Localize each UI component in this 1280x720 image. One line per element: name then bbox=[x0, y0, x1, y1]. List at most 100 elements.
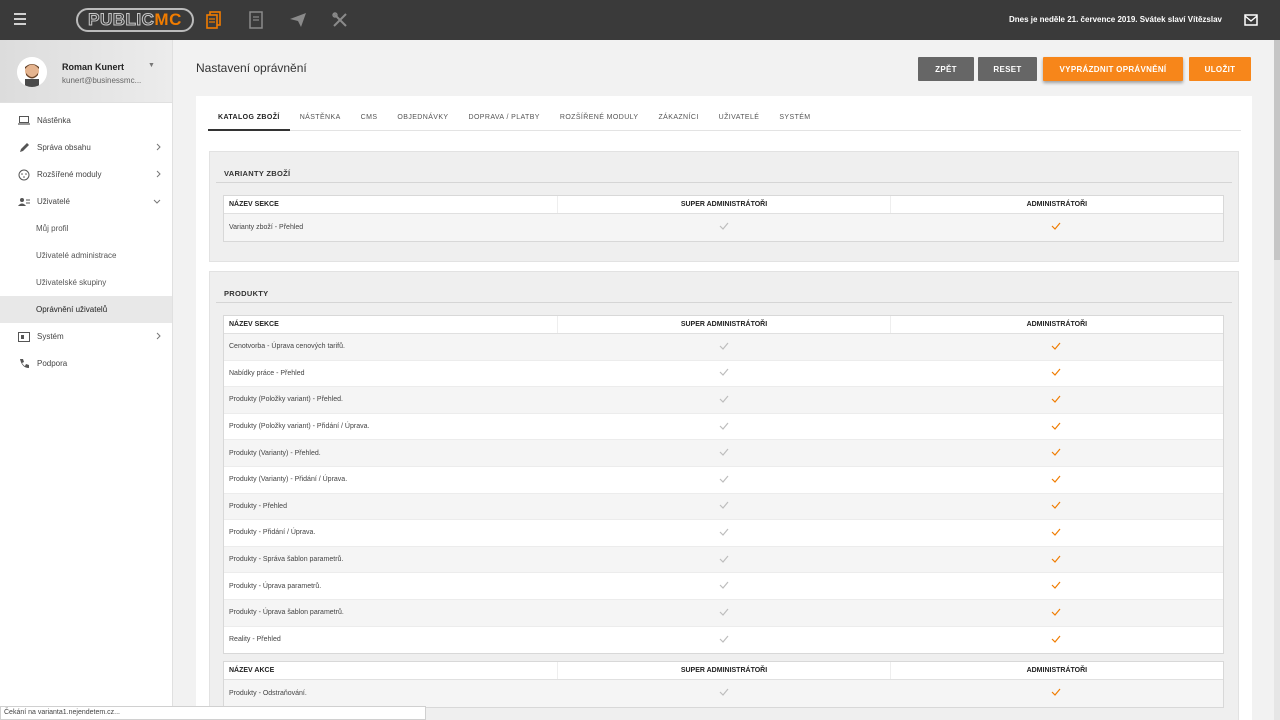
check-icon bbox=[719, 448, 728, 457]
avatar bbox=[17, 57, 47, 87]
page-icon[interactable] bbox=[242, 6, 270, 34]
section-name: Nabídky práce - Přehled bbox=[229, 369, 305, 377]
tab-orders[interactable]: OBJEDNÁVKY bbox=[387, 110, 458, 131]
admin-checkbox[interactable] bbox=[890, 608, 1223, 618]
check-icon bbox=[1051, 475, 1061, 483]
clear-permissions-button[interactable]: VYPRÁZDNIT OPRÁVNĚNÍ bbox=[1043, 57, 1183, 81]
chevron-right-icon bbox=[156, 332, 161, 342]
sidebar-subitem-permissions[interactable]: Oprávnění uživatelů bbox=[0, 296, 172, 323]
column-header: ADMINISTRÁTOŘI bbox=[889, 316, 1223, 333]
check-icon bbox=[1051, 635, 1061, 643]
caret-down-icon[interactable]: ▼ bbox=[148, 62, 155, 69]
check-icon bbox=[719, 555, 728, 563]
check-icon bbox=[719, 422, 728, 430]
super-admin-checkbox[interactable] bbox=[557, 395, 889, 405]
check-icon bbox=[719, 475, 728, 483]
admin-checkbox[interactable] bbox=[890, 555, 1223, 565]
section-name: Produkty (Položky variant) - Přehled. bbox=[229, 396, 343, 404]
chevron-right-icon bbox=[156, 143, 161, 153]
panel-variants: VARIANTY ZBOŽÍ NÁZEV SEKCE SUPER ADMINIS… bbox=[209, 151, 1239, 262]
admin-checkbox[interactable] bbox=[890, 395, 1223, 405]
check-icon bbox=[1051, 581, 1061, 590]
tab-shipping[interactable]: DOPRAVA / PLATBY bbox=[459, 110, 550, 131]
sidebar-item-support[interactable]: Podpora bbox=[0, 350, 172, 377]
sidebar-item-dashboard[interactable]: Nástěnka bbox=[0, 107, 172, 134]
save-button[interactable]: ULOŽIT bbox=[1189, 57, 1251, 81]
section-name: Varianty zboží - Přehled bbox=[229, 223, 304, 231]
sidebar-item-system[interactable]: Systém bbox=[0, 323, 172, 350]
super-admin-checkbox[interactable] bbox=[557, 688, 889, 698]
tab-customers[interactable]: ZÁKAZNÍCI bbox=[649, 110, 709, 131]
super-admin-checkbox[interactable] bbox=[557, 581, 889, 591]
check-icon bbox=[719, 501, 728, 510]
puzzle-icon bbox=[17, 168, 31, 182]
user-box[interactable]: Roman Kunert kunert@businessmc... ▼ bbox=[0, 40, 172, 103]
tab-users[interactable]: UŽIVATELÉ bbox=[709, 110, 770, 131]
super-admin-checkbox[interactable] bbox=[557, 342, 889, 352]
reset-button[interactable]: RESET bbox=[978, 57, 1037, 81]
tab-bar: KATALOG ZBOŽÍ NÁSTĚNKA CMS OBJEDNÁVKY DO… bbox=[208, 110, 1241, 131]
admin-checkbox[interactable] bbox=[890, 635, 1223, 645]
check-icon bbox=[1051, 608, 1061, 616]
check-icon bbox=[719, 342, 728, 350]
sidebar-item-content[interactable]: Správa obsahu bbox=[0, 134, 172, 161]
section-name: Produkty - Správa šablon parametrů. bbox=[229, 556, 344, 564]
section-name: Produkty (Položky variant) - Přidání / Ú… bbox=[229, 423, 370, 431]
admin-checkbox[interactable] bbox=[890, 448, 1223, 458]
column-header: SUPER ADMINISTRÁTOŘI bbox=[557, 196, 889, 213]
menu-icon[interactable] bbox=[14, 13, 26, 27]
super-admin-checkbox[interactable] bbox=[557, 608, 889, 618]
admin-checkbox[interactable] bbox=[890, 688, 1223, 698]
admin-checkbox[interactable] bbox=[890, 475, 1223, 485]
table-row: Produkty (Položky variant) - Přehled. bbox=[224, 387, 1223, 414]
sidebar-subitem-user-groups[interactable]: Uživatelské skupiny bbox=[0, 269, 172, 296]
tab-system[interactable]: SYSTÉM bbox=[769, 110, 820, 131]
sidebar-item-label: Nástěnka bbox=[37, 116, 71, 125]
status-bar: Čekání na varianta1.nejendetem.cz... bbox=[0, 706, 426, 720]
tab-modules[interactable]: ROZŠÍŘENÉ MODULY bbox=[550, 110, 649, 131]
scrollbar[interactable] bbox=[1274, 40, 1280, 720]
admin-checkbox[interactable] bbox=[890, 342, 1223, 352]
mail-icon[interactable] bbox=[1244, 13, 1258, 31]
super-admin-checkbox[interactable] bbox=[557, 422, 889, 432]
admin-checkbox[interactable] bbox=[890, 501, 1223, 511]
super-admin-checkbox[interactable] bbox=[557, 222, 889, 232]
super-admin-checkbox[interactable] bbox=[557, 528, 889, 538]
super-admin-checkbox[interactable] bbox=[557, 555, 889, 565]
sidebar-subitem-admin-users[interactable]: Uživatelé administrace bbox=[0, 242, 172, 269]
permissions-table: NÁZEV SEKCE SUPER ADMINISTRÁTOŘI ADMINIS… bbox=[223, 195, 1224, 242]
sidebar-item-users[interactable]: Uživatelé bbox=[0, 188, 172, 215]
section-name: Produkty - Úprava parametrů. bbox=[229, 582, 322, 590]
check-icon bbox=[1051, 555, 1061, 563]
check-icon bbox=[719, 635, 728, 643]
column-header: NÁZEV SEKCE bbox=[229, 321, 279, 328]
tab-dashboard[interactable]: NÁSTĚNKA bbox=[290, 110, 351, 131]
sidebar-item-modules[interactable]: Rozšířené moduly bbox=[0, 161, 172, 188]
admin-checkbox[interactable] bbox=[890, 528, 1223, 538]
table-header-row: NÁZEV AKCE SUPER ADMINISTRÁTOŘI ADMINIST… bbox=[224, 662, 1223, 680]
check-icon bbox=[1051, 369, 1061, 377]
send-icon[interactable] bbox=[284, 6, 312, 34]
admin-checkbox[interactable] bbox=[890, 222, 1223, 232]
check-icon bbox=[1051, 422, 1061, 430]
tab-catalog[interactable]: KATALOG ZBOŽÍ bbox=[208, 110, 290, 131]
super-admin-checkbox[interactable] bbox=[557, 448, 889, 458]
admin-checkbox[interactable] bbox=[890, 581, 1223, 591]
tab-cms[interactable]: CMS bbox=[351, 110, 388, 131]
tools-icon[interactable] bbox=[326, 6, 354, 34]
documents-icon[interactable] bbox=[200, 6, 228, 34]
table-row: Produkty (Varianty) - Přehled. bbox=[224, 440, 1223, 467]
laptop-icon bbox=[17, 114, 31, 128]
logo[interactable]: PUBLICMC bbox=[76, 8, 194, 32]
table-row: Produkty - Správa šablon parametrů. bbox=[224, 546, 1223, 574]
sidebar-subitem-profile[interactable]: Můj profil bbox=[0, 215, 172, 242]
super-admin-checkbox[interactable] bbox=[557, 635, 889, 645]
scrollbar-thumb[interactable] bbox=[1274, 40, 1280, 260]
admin-checkbox[interactable] bbox=[890, 368, 1223, 378]
super-admin-checkbox[interactable] bbox=[557, 501, 889, 511]
logo-text-mc: MC bbox=[154, 10, 182, 29]
admin-checkbox[interactable] bbox=[890, 422, 1223, 432]
super-admin-checkbox[interactable] bbox=[557, 475, 889, 485]
super-admin-checkbox[interactable] bbox=[557, 368, 889, 378]
back-button[interactable]: ZPĚT bbox=[918, 57, 974, 81]
